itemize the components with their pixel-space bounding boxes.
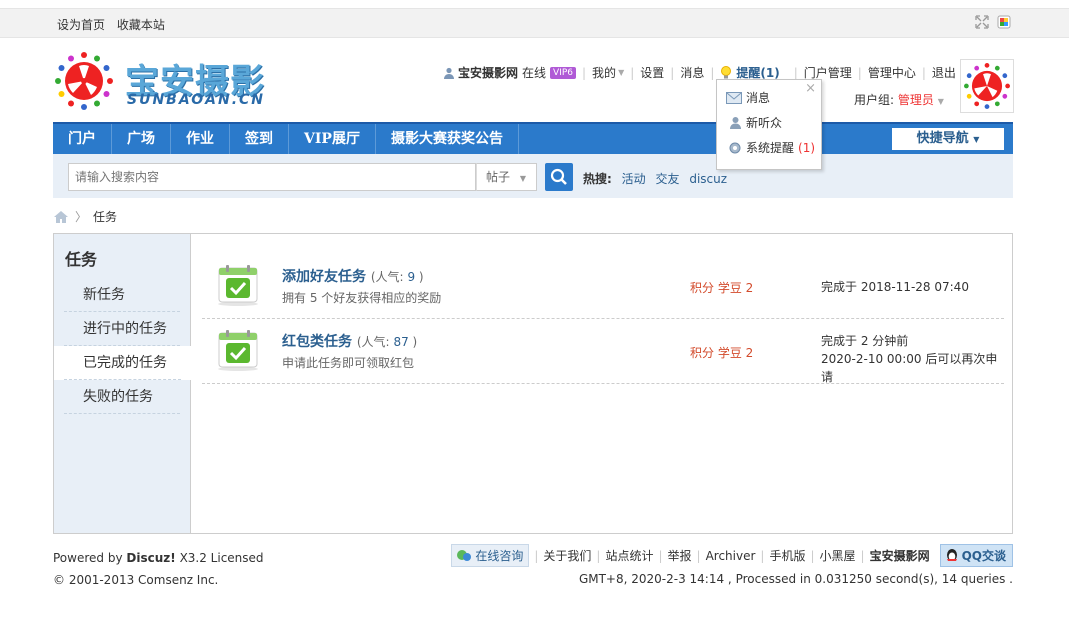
user-menu: 宝安摄影网 在线 VIP6 | 我的 ▼ | 设置 | 消息 | 提醒(1) |…	[443, 64, 956, 81]
footer-link-archiver[interactable]: Archiver	[706, 549, 756, 563]
calendar-check-icon	[218, 265, 258, 306]
bookmark-link[interactable]: 收藏本站	[117, 18, 165, 32]
logo-emblem-icon	[55, 52, 113, 110]
footer-link-report[interactable]: 举报	[668, 547, 692, 564]
list-item: 红包类任务 (人气: 87 ) 申请此任务即可领取红包 积分 学豆 2 完成于 …	[202, 319, 1004, 384]
nav-item-checkin[interactable]: 签到	[230, 124, 289, 154]
search-icon	[550, 168, 567, 185]
task-completed-time: 完成于 2 分钟前 2020-2-10 00:00 后可以再次申请	[821, 334, 998, 384]
task-sidebar: 任务 新任务 进行中的任务 已完成的任务 失败的任务	[54, 234, 191, 533]
nav-item-square[interactable]: 广场	[112, 124, 171, 154]
site-logo[interactable]: 宝安摄影 SUNBAOAN.CN	[55, 52, 275, 112]
hot-search: 热搜: 活动 交友 discuz	[583, 170, 727, 187]
gear-icon	[729, 142, 741, 153]
task-name[interactable]: 添加好友任务 (人气: 9 )	[282, 266, 424, 286]
footer-link-stats[interactable]: 站点统计	[605, 547, 653, 564]
chat-icon	[457, 549, 472, 561]
admin-center-link[interactable]: 管理中心	[868, 64, 916, 81]
search-button[interactable]	[545, 163, 573, 191]
hot-search-item[interactable]: 活动	[622, 172, 646, 186]
sidebar-item-doing[interactable]: 进行中的任务	[54, 312, 190, 346]
qq-penguin-icon	[946, 549, 957, 561]
search-input[interactable]	[68, 163, 476, 191]
hot-search-item[interactable]: 交友	[655, 172, 679, 186]
sidebar-item-done[interactable]: 已完成的任务	[54, 346, 191, 380]
user-group-value[interactable]: 管理员	[898, 93, 934, 107]
task-desc: 拥有 5 个好友获得相应的奖励	[282, 291, 442, 305]
discuz-link[interactable]: Discuz!	[126, 551, 175, 565]
list-item: 添加好友任务 (人气: 9 ) 拥有 5 个好友获得相应的奖励 积分 学豆 2 …	[202, 254, 1004, 319]
powered-prefix: Powered by	[53, 551, 123, 565]
main-nav: 门户 广场 作业 签到 VIP展厅 摄影大赛获奖公告 快捷导航 ▼	[53, 122, 1013, 154]
nav-item-vip-gallery[interactable]: VIP展厅	[289, 124, 376, 154]
footer-site-name[interactable]: 宝安摄影网	[870, 547, 930, 564]
task-completed-time: 完成于 2018-11-28 07:40	[821, 280, 969, 294]
nav-item-portal[interactable]: 门户	[53, 124, 112, 154]
sidebar-item-failed[interactable]: 失败的任务	[54, 380, 190, 414]
footer-left: Powered by Discuz! X3.2 Licensed © 2001-…	[53, 547, 264, 591]
user-group: 用户组: 管理员 ▼	[854, 91, 944, 108]
online-consult-button[interactable]: 在线咨询	[451, 544, 530, 567]
fullscreen-icon[interactable]	[975, 15, 989, 29]
theme-color-icon[interactable]	[997, 15, 1011, 29]
settings-link[interactable]: 设置	[640, 64, 664, 81]
footer-link-blackroom[interactable]: 小黑屋	[820, 547, 856, 564]
footer-link-about[interactable]: 关于我们	[543, 547, 591, 564]
remind-dropdown: × 消息 新听众 系统提醒 (1)	[716, 79, 822, 170]
task-popularity: 87	[393, 335, 409, 349]
messages-link[interactable]: 消息	[680, 64, 704, 81]
my-menu-link[interactable]: 我的	[592, 64, 616, 81]
vip-badge[interactable]: VIP6	[550, 66, 576, 79]
powered-suffix: X3.2 Licensed	[179, 551, 264, 565]
dropdown-item-new-followers[interactable]: 新听众	[729, 114, 782, 131]
task-reward: 积分 学豆 2	[690, 281, 754, 295]
home-icon[interactable]	[53, 210, 69, 224]
logout-link[interactable]: 退出	[932, 64, 956, 81]
task-name[interactable]: 红包类任务 (人气: 87 )	[282, 331, 417, 351]
chevron-down-icon[interactable]: ▼	[938, 97, 944, 106]
user-icon	[444, 67, 454, 79]
user-group-label: 用户组:	[854, 93, 895, 107]
task-reward: 积分 学豆 2	[690, 346, 754, 360]
processed-info: GMT+8, 2020-2-3 14:14 , Processed in 0.0…	[578, 572, 1013, 586]
hot-search-label: 热搜:	[583, 172, 612, 186]
username-link[interactable]: 宝安摄影网	[458, 64, 518, 81]
footer-link-mobile[interactable]: 手机版	[769, 547, 805, 564]
online-status: 在线	[522, 66, 547, 80]
set-home-link[interactable]: 设为首页	[57, 18, 105, 32]
chevron-down-icon[interactable]: ▼	[618, 68, 624, 77]
calendar-check-icon	[218, 330, 258, 371]
dropdown-item-messages[interactable]: 消息	[726, 89, 770, 106]
copyright: © 2001-2013 Comsenz Inc.	[53, 573, 219, 587]
footer-links: 在线咨询 | 关于我们 | 站点统计 | 举报 | Archiver | 手机版…	[451, 544, 1013, 567]
lightbulb-icon	[721, 65, 732, 78]
hot-search-item[interactable]: discuz	[689, 172, 727, 186]
task-panel: 任务 新任务 进行中的任务 已完成的任务 失败的任务 添加好友任务 (人气: 9…	[53, 233, 1013, 534]
sidebar-item-new[interactable]: 新任务	[54, 278, 190, 312]
search-bar: 帖子 ▼ 热搜: 活动 交友 discuz	[53, 154, 1013, 198]
task-desc: 申请此任务即可领取红包	[282, 356, 415, 370]
user-icon	[730, 117, 741, 129]
avatar-emblem-icon	[964, 63, 1010, 109]
breadcrumb-current: 任务	[93, 210, 118, 224]
nav-item-homework[interactable]: 作业	[171, 124, 230, 154]
breadcrumb: 〉 任务	[53, 208, 117, 225]
dropdown-item-system-remind[interactable]: 系统提醒 (1)	[728, 139, 815, 156]
envelope-icon	[726, 91, 742, 104]
quick-nav-button[interactable]: 快捷导航 ▼	[892, 128, 1004, 150]
task-list: 添加好友任务 (人气: 9 ) 拥有 5 个好友获得相应的奖励 积分 学豆 2 …	[202, 254, 1004, 384]
task-popularity: 9	[407, 270, 416, 284]
logo-subtitle: SUNBAOAN.CN	[127, 92, 266, 108]
search-type-select[interactable]: 帖子 ▼	[476, 163, 537, 191]
top-bar: 设为首页 收藏本站	[0, 8, 1069, 38]
nav-item-contest-announce[interactable]: 摄影大赛获奖公告	[376, 124, 519, 154]
avatar[interactable]	[960, 59, 1014, 113]
qq-chat-button[interactable]: QQ交谈	[939, 544, 1013, 567]
sidebar-title: 任务	[65, 250, 98, 269]
close-icon[interactable]: ×	[805, 81, 816, 96]
